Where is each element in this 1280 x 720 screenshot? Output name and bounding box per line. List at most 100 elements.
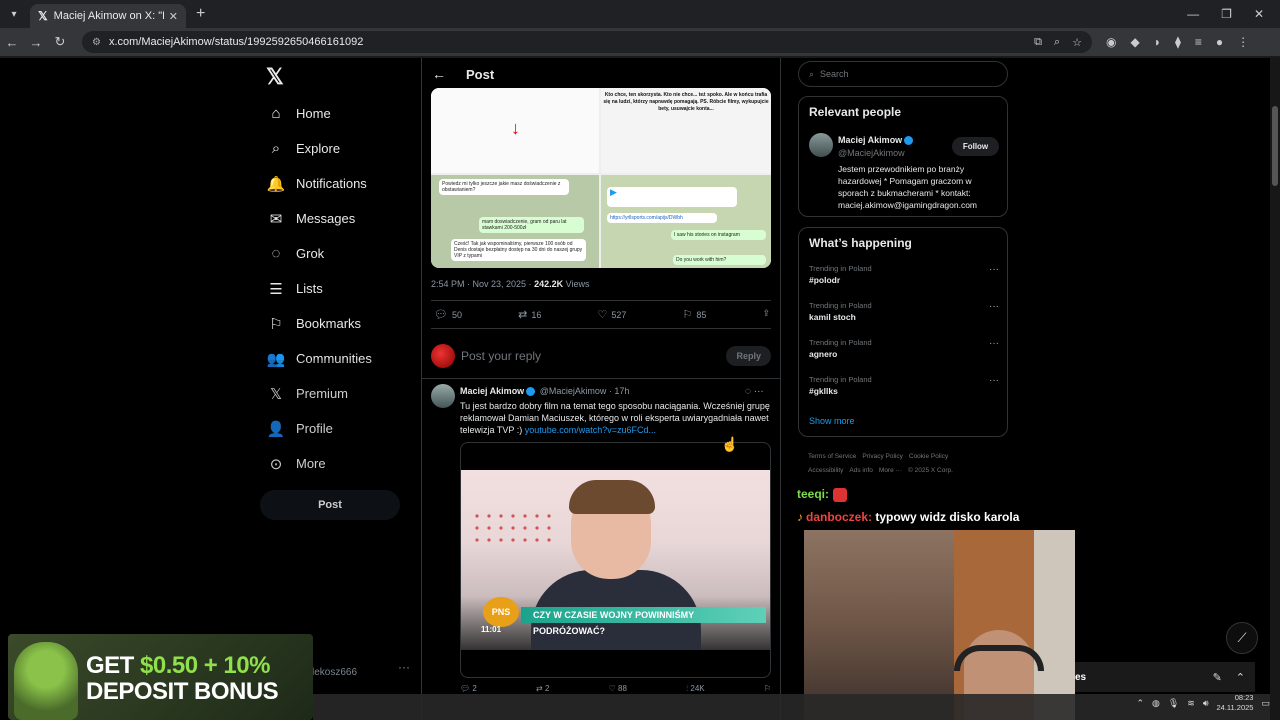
media-image-4[interactable]: ▶ https://yrllsports.com/apijs/DWbh I sa…	[601, 175, 771, 268]
restore-icon[interactable]: ❐	[1221, 7, 1232, 21]
media-image-2[interactable]: Kto chce, ten skorzysta. Kto nie chce...…	[601, 88, 771, 173]
avatar[interactable]	[431, 384, 455, 408]
post-time[interactable]: 2:54 PM · Nov 23, 2025 ·	[431, 279, 534, 289]
views-action[interactable]: ⫶ 24K	[686, 684, 704, 694]
sidebar-item-home[interactable]: ⌂ Home	[266, 96, 372, 131]
tweet-link[interactable]: youtube.com/watch?v=zu6FCd...	[525, 425, 656, 435]
reply-button[interactable]: Reply	[726, 346, 771, 366]
trend-item[interactable]: Trending in Poland #polodr ···	[809, 264, 999, 285]
reply-action[interactable]: 💬︎ 50	[434, 308, 462, 321]
sidebar-item-premium[interactable]: 𝕏 Premium	[266, 376, 372, 411]
footer-link[interactable]: More ···	[879, 467, 902, 474]
footer-link[interactable]: Ads info	[849, 467, 873, 474]
zoom-icon[interactable]: ⌕	[1054, 36, 1060, 49]
media-control-icon[interactable]: ≡	[1195, 35, 1202, 49]
post-media-grid[interactable]: ↓ Kto chce, ten skorzysta. Kto nie chce.…	[431, 88, 771, 268]
x-logo-icon[interactable]: 𝕏	[266, 64, 284, 90]
back-arrow-icon[interactable]: ←	[0, 35, 24, 50]
avatar[interactable]	[431, 344, 455, 368]
post-button[interactable]: Post	[260, 490, 400, 520]
trend-item[interactable]: Trending in Poland #gkllks ···	[809, 375, 999, 396]
window-close-icon[interactable]: ✕	[1254, 7, 1264, 21]
search-input[interactable]: ⌕ Search	[798, 61, 1008, 87]
person-handle[interactable]: @MaciejAkimow	[838, 148, 905, 158]
compose-message-icon[interactable]: ✎	[1213, 671, 1222, 684]
like-action[interactable]: ♡ 527	[597, 308, 626, 321]
sidebar-item-profile[interactable]: 👤 Profile	[266, 411, 372, 446]
sidebar-item-bookmarks[interactable]: ⚐ Bookmarks	[266, 306, 372, 341]
close-tab-icon[interactable]: ✕	[169, 10, 178, 23]
clock[interactable]: 08:23 24.11.2025	[1217, 693, 1254, 713]
puzzle-extensions-icon[interactable]: ⧫	[1175, 35, 1181, 49]
author-name[interactable]: Maciej Akimow	[460, 386, 524, 396]
follow-button[interactable]: Follow	[952, 137, 999, 156]
back-arrow-icon[interactable]: ←	[432, 66, 446, 82]
video-thumbnail[interactable]: CZY W CZASIE WOJNY POWINNIŚMY PODRÓŻOWAĆ…	[461, 470, 770, 650]
footer-link[interactable]: Cookie Policy	[909, 453, 948, 460]
network-icon[interactable]: ◍	[1152, 698, 1160, 709]
expand-up-icon[interactable]: ⌃	[1236, 671, 1245, 684]
volume-icon[interactable]: 🔊︎	[1203, 698, 1209, 709]
media-image-3[interactable]: Powiedz mi tylko jeszcze jakie masz dośw…	[431, 175, 599, 268]
minimize-icon[interactable]: —	[1187, 7, 1199, 21]
reload-icon[interactable]: ↻	[48, 34, 72, 50]
more-icon[interactable]: ···	[989, 338, 999, 349]
tab-search-chevron-icon[interactable]: ▾	[0, 0, 28, 28]
sidebar-item-notifications[interactable]: 🔔 Notifications	[266, 166, 372, 201]
wifi-icon[interactable]: ≋	[1187, 698, 1195, 709]
sidebar-item-messages[interactable]: ✉ Messages	[266, 201, 372, 236]
sidebar-item-grok[interactable]: ◌ Grok	[266, 236, 372, 271]
forward-arrow-icon[interactable]: →	[24, 35, 48, 50]
author-handle-time[interactable]: @MaciejAkimow · 17h	[540, 386, 630, 396]
sidebar-item-communities[interactable]: 👥 Communities	[266, 341, 372, 376]
grok-icon[interactable]: ◌	[745, 386, 751, 397]
footer-link[interactable]: Terms of Service	[808, 453, 856, 460]
more-icon[interactable]: ···	[989, 375, 999, 386]
url-bar[interactable]: ⚙ x.com/MaciejAkimow/status/199259265046…	[82, 31, 1092, 53]
account-handle[interactable]: lekosz666	[312, 667, 357, 678]
notification-center-icon[interactable]: ▭	[1261, 698, 1270, 709]
media-image-1[interactable]: ↓	[431, 88, 599, 173]
reply-input[interactable]: Post your reply	[461, 349, 541, 363]
incognito-icon[interactable]: ◉	[1106, 35, 1116, 49]
mic-icon[interactable]: 🎙︎	[1168, 698, 1179, 709]
tray-chevron-icon[interactable]: ⌃	[1136, 698, 1144, 709]
more-icon[interactable]: ···	[989, 301, 999, 312]
like-action[interactable]: ♡ 88	[609, 684, 627, 694]
grok-float-icon[interactable]: ⟋	[1226, 622, 1258, 654]
trend-item[interactable]: Trending in Poland kamil stoch ···	[809, 301, 999, 322]
extension-audio-icon[interactable]: ◗	[1154, 35, 1161, 49]
reply-action[interactable]: 💬︎ 2	[460, 684, 477, 694]
site-info-icon[interactable]: ⚙	[92, 37, 101, 48]
sidebar-item-explore[interactable]: ⌕ Explore	[266, 131, 372, 166]
footer-link[interactable]: © 2025 X Corp.	[908, 467, 953, 474]
bookmark-action[interactable]: ⚐ 85	[682, 308, 706, 321]
star-bookmark-icon[interactable]: ☆	[1072, 36, 1082, 49]
profile-avatar-icon[interactable]: ●	[1216, 35, 1223, 49]
scrollbar-thumb[interactable]	[1272, 106, 1278, 186]
install-app-icon[interactable]: ⧉	[1034, 36, 1042, 49]
more-icon[interactable]: ···	[754, 386, 764, 397]
sidebar-item-lists[interactable]: ☰ Lists	[266, 271, 372, 306]
footer-link[interactable]: Privacy Policy	[862, 453, 902, 460]
promo-banner[interactable]: GET $0.50 + 10% DEPOSIT BONUS	[8, 634, 313, 720]
sidebar-item-more[interactable]: ⊙ More	[266, 446, 372, 481]
more-icon[interactable]: ···	[989, 264, 999, 275]
account-more-icon[interactable]: ···	[398, 660, 410, 674]
browser-menu-icon[interactable]: ⋮	[1237, 35, 1249, 49]
show-more-link[interactable]: Show more	[809, 416, 855, 426]
footer-link[interactable]: Accessibility	[808, 467, 843, 474]
bookmark-icon[interactable]: ⚐	[764, 684, 771, 694]
new-tab-plus-icon[interactable]: +	[196, 5, 205, 23]
views-count: 242.2K	[534, 279, 564, 289]
trend-item[interactable]: Trending in Poland agnero ···	[809, 338, 999, 359]
browser-tab-active[interactable]: 𝕏 Maciej Akimow on X: "Denis Za ✕	[30, 4, 186, 28]
person-name[interactable]: Maciej Akimow	[838, 135, 915, 146]
share-icon[interactable]: ⇪	[762, 308, 770, 321]
post-header: ← Post	[422, 58, 780, 90]
avatar[interactable]	[809, 133, 833, 157]
extension-diamond-icon[interactable]: ◆	[1130, 35, 1139, 49]
repost-action[interactable]: ⇄ 2	[536, 684, 549, 694]
video-card[interactable]: CZY W CZASIE WOJNY POWINNIŚMY PODRÓŻOWAĆ…	[460, 442, 771, 678]
repost-action[interactable]: ⇄ 16	[518, 308, 541, 321]
